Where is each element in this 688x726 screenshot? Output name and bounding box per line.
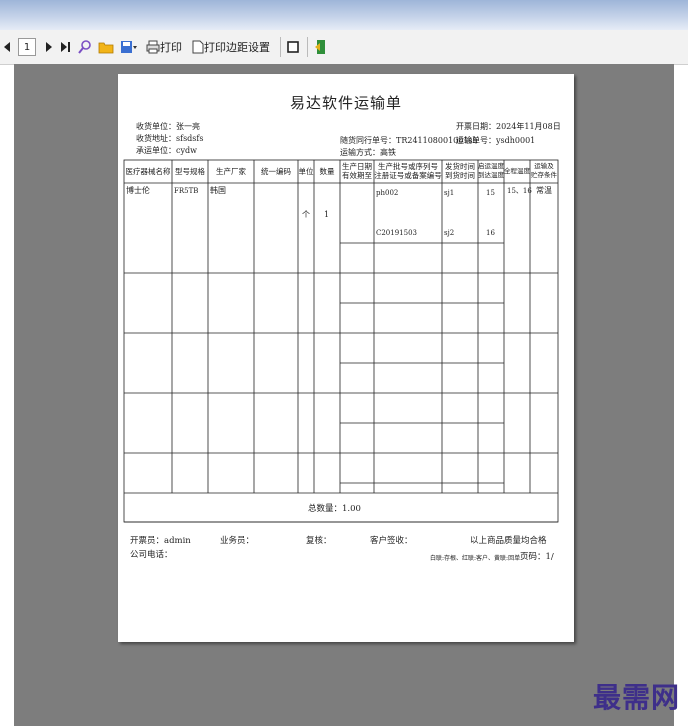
copies-note: 白联:存根、红联:客户、黄联:回单 <box>430 555 521 562</box>
col-header-name: 医疗器械名称 <box>125 167 171 176</box>
toolbar-separator <box>280 37 281 57</box>
print-button[interactable]: 打印 <box>142 36 186 58</box>
report-page: 易达软件运输单 收货单位：张一亮 收货地址：sfsdsfs 承运单位：cydw … <box>118 74 574 642</box>
cell-arrive-time: sj2 <box>444 229 455 237</box>
site-watermark: 最需网 <box>592 681 680 714</box>
cell-full-temp: 15、16 <box>507 187 532 195</box>
cell-storage: 常温 <box>536 186 552 195</box>
cell-maker: 韩国 <box>210 186 226 195</box>
page-number-field[interactable]: 1 <box>18 38 36 56</box>
next-page-icon[interactable] <box>42 36 56 58</box>
cell-batch: ph002 <box>376 189 399 197</box>
last-page-icon[interactable] <box>58 36 74 58</box>
col-header-qty: 数量 <box>319 167 335 176</box>
page-view-icon[interactable] <box>285 36 301 58</box>
save-icon[interactable] <box>118 36 140 58</box>
cell-reg: C20191503 <box>376 229 417 237</box>
cell-start-temp: 15 <box>486 189 495 197</box>
col-header-maker: 生产厂家 <box>216 167 246 176</box>
cell-send-time: sj1 <box>444 189 455 197</box>
print-setup-label: 打印边距设置 <box>204 41 270 54</box>
col-header-times: 发货时间 到货时间 <box>445 162 475 180</box>
cell-qty: 1 <box>324 210 330 219</box>
cell-name: 博士伦 <box>126 186 150 195</box>
col-header-code: 统一编码 <box>261 167 291 176</box>
customer-sign-label: 客户签收： <box>370 536 413 546</box>
col-header-full-temp: 全程温度 <box>504 167 530 175</box>
zoom-icon[interactable] <box>76 36 94 58</box>
cell-spec: FR5TB <box>174 187 199 195</box>
col-header-temps: 启运温度 到达温度 <box>478 162 504 179</box>
salesman-label: 业务员： <box>220 536 255 546</box>
window-title-bar <box>0 0 688 30</box>
exit-icon[interactable] <box>312 36 330 58</box>
reviewer-label: 复核： <box>306 536 332 546</box>
cell-end-temp: 16 <box>486 229 495 237</box>
col-header-dates: 生产日期 有效期至 <box>342 162 372 180</box>
page-label: 页码：1/ <box>520 552 554 562</box>
report-toolbar: 1 打印 打印边距设置 <box>0 30 688 65</box>
print-setup-button[interactable]: 打印边距设置 <box>188 36 274 58</box>
prev-page-icon[interactable] <box>0 36 14 58</box>
quality-note: 以上商品质量均合格 <box>470 536 547 546</box>
col-header-spec: 型号规格 <box>175 167 205 176</box>
company-phone-label: 公司电话： <box>130 550 173 560</box>
issuer-label: 开票员：admin <box>130 536 191 546</box>
cell-unit: 个 <box>302 210 310 219</box>
print-label: 打印 <box>160 41 182 54</box>
col-header-unit: 单位 <box>298 167 314 176</box>
toolbar-separator <box>307 37 308 57</box>
total-quantity: 总数量：1.00 <box>308 504 361 514</box>
report-preview-area[interactable]: 易达软件运输单 收货单位：张一亮 收货地址：sfsdsfs 承运单位：cydw … <box>14 64 674 726</box>
col-header-storage: 运输及 贮存条件 <box>531 162 557 179</box>
open-folder-icon[interactable] <box>96 36 116 58</box>
col-header-batch: 生产批号或序列号 注册证号或备案编号 <box>374 162 442 180</box>
